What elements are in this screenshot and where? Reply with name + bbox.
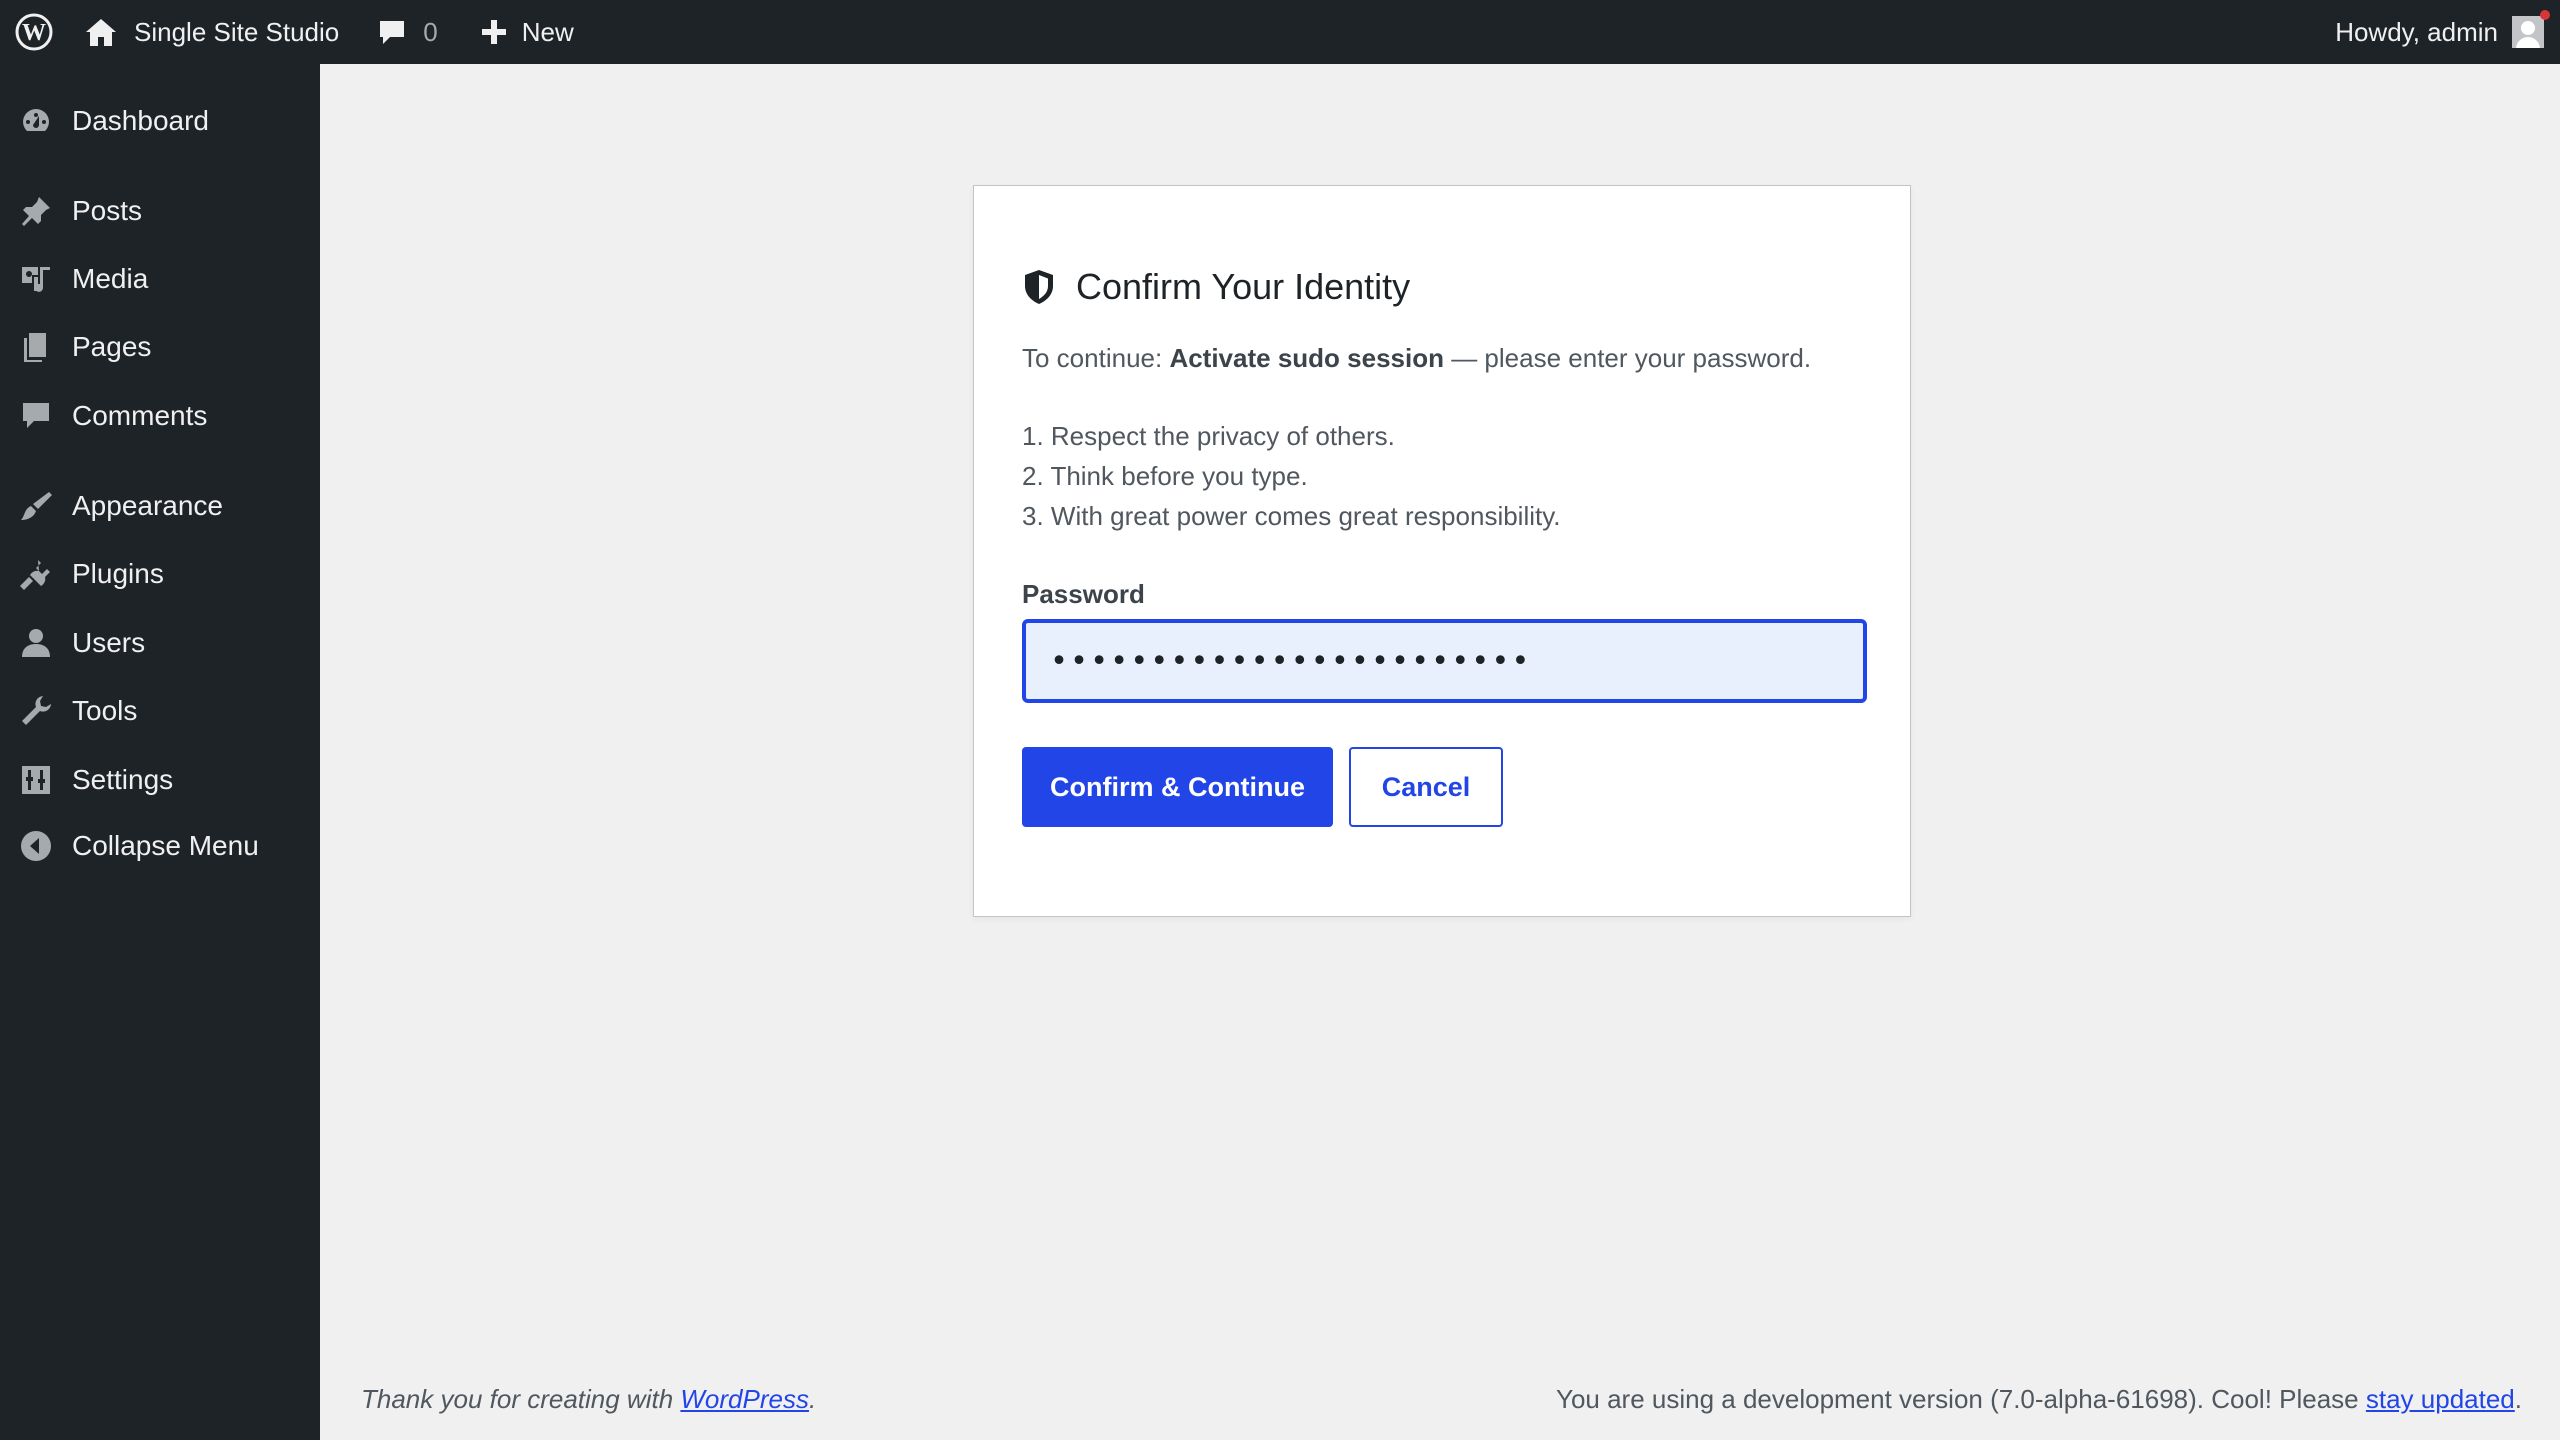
sidebar-item-label: Collapse Menu (72, 830, 259, 861)
card-title: Confirm Your Identity (1022, 266, 1410, 308)
card-description: To continue: Activate sudo session — ple… (1022, 343, 1811, 374)
howdy-label: Howdy, admin (2335, 16, 2498, 47)
comments-link[interactable]: 0 (351, 0, 449, 64)
media-icon (0, 262, 72, 296)
sidebar-item-tools[interactable]: Tools (0, 681, 320, 741)
comment-bubble-icon (380, 21, 405, 44)
pin-icon (0, 194, 72, 228)
dashboard-icon (0, 104, 72, 138)
sidebar-item-appearance[interactable]: Appearance (0, 476, 320, 536)
new-label: New (521, 16, 574, 47)
footer-version: You are using a development version (7.0… (1556, 1384, 2522, 1415)
card-title-text: Confirm Your Identity (1076, 266, 1411, 307)
footer-thankyou: Thank you for creating with WordPress. (361, 1384, 816, 1415)
footer-version-suffix: . (2514, 1384, 2522, 1414)
sidebar-item-label: Tools (72, 695, 138, 726)
footer-thankyou-suffix: . (808, 1384, 817, 1414)
wrench-icon (0, 694, 72, 728)
sidebar-item-media[interactable]: Media (0, 249, 320, 309)
shield-icon (1025, 270, 1053, 304)
desc-action: Activate sudo session (1169, 343, 1444, 373)
plus-icon (481, 20, 506, 44)
paintbrush-icon (0, 489, 72, 523)
list-item: 2. Think before you type. (1022, 461, 1308, 491)
sidebar-item-label: Appearance (72, 490, 224, 521)
admin-sidebar: Dashboard Posts Media Pages Comments App… (0, 64, 320, 1440)
list-item: 3. With great power comes great responsi… (1022, 501, 1561, 531)
sidebar-item-label: Media (72, 263, 149, 294)
user-icon (0, 626, 72, 660)
admin-bar: W Single Site Studio 0 New Howdy, admin (0, 0, 2560, 64)
confirm-continue-button[interactable]: Confirm & Continue (1022, 747, 1333, 827)
svg-text:W: W (22, 20, 46, 46)
wordpress-logo-button[interactable]: W (2, 0, 66, 64)
collapse-icon (0, 829, 72, 863)
sidebar-item-settings[interactable]: Settings (0, 750, 320, 810)
avatar (2512, 16, 2544, 48)
new-content-button[interactable]: New (450, 0, 586, 64)
sidebar-item-label: Pages (72, 331, 152, 362)
sidebar-item-pages[interactable]: Pages (0, 317, 320, 377)
footer-thankyou-text: Thank you for creating with (361, 1384, 681, 1414)
comment-count: 0 (423, 16, 438, 47)
sidebar-item-label: Plugins (72, 558, 164, 589)
pages-icon (0, 330, 72, 364)
settings-icon (0, 763, 72, 797)
sidebar-item-posts[interactable]: Posts (0, 181, 320, 241)
sidebar-item-users[interactable]: Users (0, 613, 320, 673)
sidebar-item-comments[interactable]: Comments (0, 386, 320, 446)
sidebar-item-label: Settings (72, 764, 174, 795)
sidebar-item-label: Posts (72, 195, 143, 226)
stay-updated-link[interactable]: stay updated (2366, 1384, 2515, 1414)
sidebar-item-dashboard[interactable]: Dashboard (0, 91, 320, 151)
site-name-label: Single Site Studio (134, 16, 340, 47)
collapse-menu-button[interactable]: Collapse Menu (0, 816, 320, 876)
site-name-link[interactable]: Single Site Studio (66, 0, 351, 64)
desc-suffix: — please enter your password. (1443, 343, 1812, 373)
confirm-identity-card: Confirm Your Identity To continue: Activ… (973, 185, 1911, 917)
wordpress-link[interactable]: WordPress (680, 1384, 809, 1414)
home-icon (86, 19, 116, 46)
notification-dot (2540, 10, 2550, 20)
footer-version-text: You are using a development version (7.0… (1555, 1384, 2366, 1414)
my-account-menu[interactable]: Howdy, admin (2323, 0, 2560, 64)
list-item: 1. Respect the privacy of others. (1022, 421, 1395, 451)
sidebar-item-label: Comments (72, 400, 208, 431)
sidebar-item-plugins[interactable]: Plugins (0, 544, 320, 604)
sidebar-item-label: Users (72, 627, 146, 658)
guidelines-list: 1. Respect the privacy of others. 2. Thi… (1022, 416, 1561, 536)
password-label: Password (1022, 579, 1145, 609)
cancel-button[interactable]: Cancel (1349, 747, 1503, 827)
desc-prefix: To continue: (1022, 343, 1170, 373)
password-field[interactable] (1022, 619, 1867, 703)
plugin-icon (0, 557, 72, 591)
comment-icon (0, 399, 72, 433)
wordpress-logo-icon: W (15, 13, 53, 51)
sidebar-item-label: Dashboard (72, 105, 209, 136)
